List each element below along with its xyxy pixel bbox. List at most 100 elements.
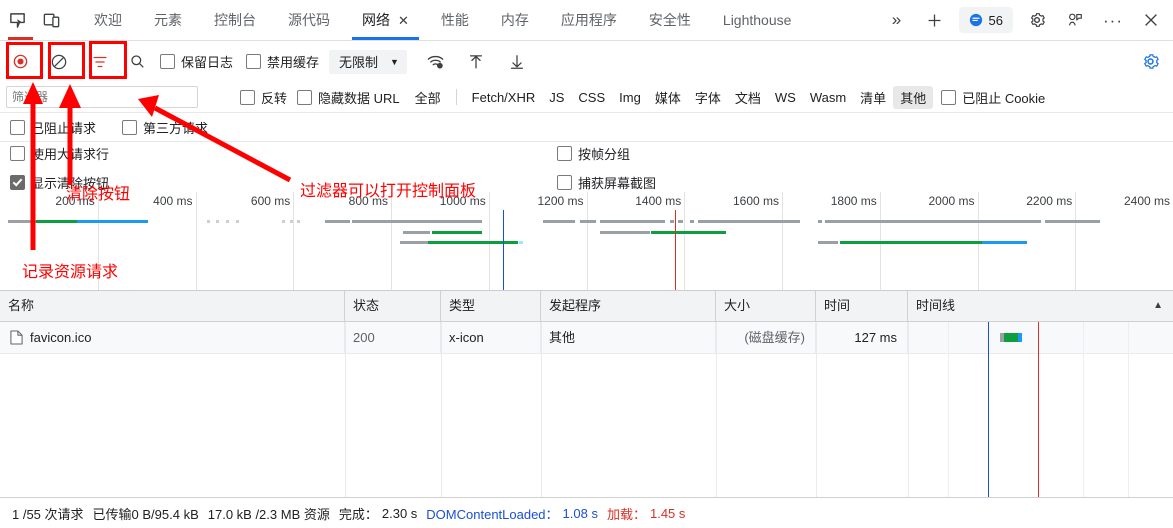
tab-lighthouse[interactable]: Lighthouse <box>707 0 808 40</box>
tab-console[interactable]: 控制台 <box>198 0 272 40</box>
column-header[interactable]: 类型 <box>441 291 541 321</box>
tab-security[interactable]: 安全性 <box>633 0 707 40</box>
overview-request-bar <box>818 241 838 244</box>
waterfall-segment <box>1018 333 1022 342</box>
big-request-rows-checkbox[interactable]: 使用大请求行 <box>10 144 109 163</box>
tab-welcome[interactable]: 欢迎 <box>78 0 138 40</box>
preserve-log-checkbox[interactable]: 保留日志 <box>160 52 233 71</box>
column-header-label: 大小 <box>724 298 751 313</box>
blocked-cookies-checkbox[interactable]: 已阻止 Cookie <box>941 88 1045 107</box>
show-overview-checkbox[interactable]: 显示清除按钮 <box>10 173 109 192</box>
filter-input[interactable] <box>6 86 198 108</box>
overview-request-bar <box>580 220 596 223</box>
overview-request-bar <box>400 241 428 244</box>
checkbox-box <box>10 119 25 135</box>
more-tabs-icon[interactable]: » <box>879 2 915 38</box>
throttling-dropdown[interactable]: 无限制 ▼ <box>329 49 407 74</box>
column-header[interactable]: 名称 <box>0 291 345 321</box>
gear-icon[interactable] <box>1019 2 1055 38</box>
type-filter-media[interactable]: 媒体 <box>648 86 688 109</box>
invert-filter-checkbox[interactable]: 反转 <box>240 88 287 107</box>
export-har-icon <box>511 54 524 69</box>
more-options-icon[interactable]: ··· <box>1095 2 1131 38</box>
wifi-settings-icon <box>427 55 444 69</box>
inspect-element-icon[interactable] <box>0 0 34 40</box>
tab-application[interactable]: 应用程序 <box>545 0 633 40</box>
overview-request-bar <box>818 220 822 223</box>
device-toolbar-icon[interactable] <box>34 0 68 40</box>
type-filter-js[interactable]: JS <box>542 88 571 107</box>
issues-counter-button[interactable]: 56 <box>958 7 1013 33</box>
show-overview-label: 显示清除按钮 <box>31 176 110 191</box>
type-filter-all[interactable]: 全部 <box>408 86 448 109</box>
add-tab-icon[interactable] <box>917 2 953 38</box>
overview-request-bar <box>226 220 229 223</box>
type-filter-fetch-xhr[interactable]: Fetch/XHR <box>465 88 543 107</box>
capture-screenshots-checkbox[interactable]: 捕获屏幕截图 <box>557 173 656 192</box>
dom-content-loaded-label: DOMContentLoaded： <box>426 506 559 522</box>
disable-cache-checkbox[interactable]: 禁用缓存 <box>246 52 319 71</box>
record-request-button[interactable] <box>6 47 35 76</box>
group-by-frame-checkbox[interactable]: 按帧分组 <box>557 144 656 163</box>
tab-memory[interactable]: 内存 <box>485 0 545 40</box>
tab-label: 源代码 <box>288 12 330 28</box>
type-filter-manifest[interactable]: 清单 <box>853 86 893 109</box>
tab-label: Lighthouse <box>722 12 792 28</box>
network-table-body: favicon.ico 200 x-icon 其他 (磁盘缓存) 127 ms <box>0 322 1173 497</box>
sort-arrow-icon: ▲ <box>1153 300 1163 311</box>
type-filter-doc[interactable]: 文档 <box>728 86 768 109</box>
tab-label: 应用程序 <box>560 12 617 28</box>
overview-request-bar <box>670 220 674 223</box>
overview-request-bar <box>290 220 293 223</box>
tab-performance[interactable]: 性能 <box>425 0 485 40</box>
column-header[interactable]: 时间 <box>816 291 908 321</box>
table-row[interactable]: favicon.ico 200 x-icon 其他 (磁盘缓存) 127 ms <box>0 322 1173 354</box>
tab-network[interactable]: 网络 ✕ <box>346 0 425 40</box>
issues-message-icon <box>969 13 982 27</box>
close-tab-icon[interactable]: ✕ <box>398 14 409 27</box>
checkbox-box <box>160 54 175 69</box>
column-header[interactable]: 大小 <box>716 291 816 321</box>
close-icon[interactable] <box>1133 2 1169 38</box>
type-filter-img[interactable]: Img <box>612 88 648 107</box>
export-har-button[interactable] <box>503 47 532 76</box>
overview-request-bar <box>392 220 403 223</box>
network-conditions-button[interactable] <box>421 47 450 76</box>
filter-icon <box>92 56 107 67</box>
blocked-cookies-label: 已阻止 Cookie <box>962 90 1046 106</box>
overview-request-bar <box>297 220 300 223</box>
type-filter-css[interactable]: CSS <box>571 88 612 107</box>
type-filter-other[interactable]: 其他 <box>893 85 934 109</box>
cell-waterfall <box>908 322 1173 353</box>
blocked-requests-checkbox[interactable]: 已阻止请求 <box>10 118 96 137</box>
big-request-rows-label: 使用大请求行 <box>31 147 110 162</box>
hide-data-urls-label: 隐藏数据 URL <box>318 90 400 106</box>
type-filter-font[interactable]: 字体 <box>688 86 728 109</box>
third-party-requests-checkbox[interactable]: 第三方请求 <box>122 118 208 137</box>
type-filter-wasm[interactable]: Wasm <box>803 88 853 107</box>
devtools-settings-gear-button[interactable] <box>1136 47 1165 76</box>
column-header[interactable]: 发起程序 <box>541 291 716 321</box>
dock-side-icon[interactable] <box>1057 2 1093 38</box>
chevron-down-icon: ▼ <box>390 56 399 67</box>
overview-request-bar <box>690 220 694 223</box>
checkbox-box <box>246 54 262 69</box>
filter-button[interactable] <box>85 47 114 76</box>
overview-request-bar <box>600 231 650 234</box>
tab-elements[interactable]: 元素 <box>138 0 198 40</box>
import-har-button[interactable] <box>462 47 491 76</box>
checkbox-box <box>297 89 313 105</box>
dom-content-loaded-marker <box>503 210 504 290</box>
column-header[interactable]: 时间线 ▲ <box>908 291 1173 321</box>
clear-network-log-button[interactable] <box>44 47 73 76</box>
type-filter-ws[interactable]: WS <box>768 88 803 107</box>
hide-data-urls-checkbox[interactable]: 隐藏数据 URL <box>297 88 400 107</box>
search-button[interactable] <box>123 47 152 76</box>
column-header[interactable]: 状态 <box>345 291 441 321</box>
tab-sources[interactable]: 源代码 <box>272 0 346 40</box>
overview-request-bar <box>600 220 665 223</box>
overview-request-bar <box>36 220 77 223</box>
tab-label: 内存 <box>500 12 529 28</box>
network-overview-timeline[interactable]: 200 ms 400 ms 600 ms 800 ms 1000 ms 1200 ms 14… <box>0 192 1173 291</box>
overview-request-bar <box>432 231 482 234</box>
